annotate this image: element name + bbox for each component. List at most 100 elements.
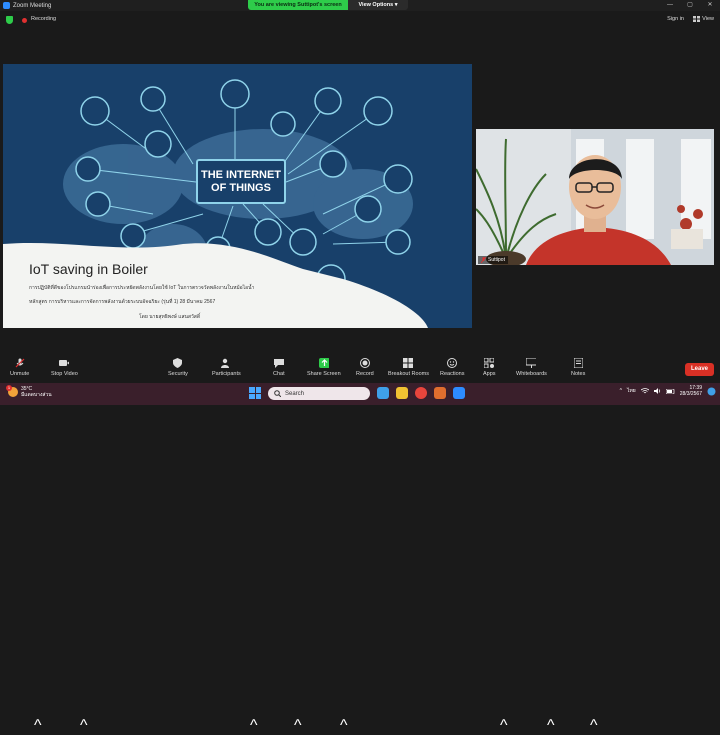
language-indicator[interactable]: ไทย	[627, 387, 636, 395]
mic-muted-icon	[481, 257, 486, 263]
whiteboards-options-caret[interactable]: ^	[547, 717, 555, 735]
maximize-button[interactable]: ▢	[680, 0, 700, 11]
record-label: Record	[356, 371, 374, 377]
view-button[interactable]: View	[693, 16, 714, 22]
record-icon	[359, 358, 370, 368]
reactions-icon	[447, 358, 458, 368]
shared-screen-slide: THE INTERNET OF THINGS IoT saving in Boi…	[3, 64, 472, 328]
participants-label: Participants	[212, 371, 241, 377]
tray-chevron-icon[interactable]: ^	[620, 388, 622, 394]
participant-video-tile[interactable]: Suttipot	[476, 129, 714, 265]
apps-options-caret[interactable]: ^	[500, 717, 508, 735]
stop-video-button[interactable]: Stop Video	[51, 358, 78, 377]
breakout-rooms-icon	[403, 358, 414, 368]
close-button[interactable]: ✕	[700, 0, 720, 11]
apps-label: Apps	[483, 371, 496, 377]
battery-icon[interactable]	[665, 388, 675, 394]
notes-button[interactable]: Notes	[571, 358, 585, 377]
notes-label: Notes	[571, 371, 586, 377]
share-banner: You are viewing Suttipot's screen View O…	[248, 0, 408, 10]
participant-video-feed	[476, 129, 714, 265]
breakout-rooms-button[interactable]: Breakout Rooms	[388, 358, 429, 377]
participants-icon: 10	[221, 358, 231, 368]
view-options-label: View Options	[358, 2, 394, 8]
taskbar-clock[interactable]: 17:39 28/3/2567	[680, 385, 702, 397]
chat-button[interactable]: Chat	[273, 358, 285, 377]
edge-app-icon[interactable]	[377, 387, 389, 399]
start-button[interactable]	[249, 387, 261, 399]
security-shield-icon	[173, 358, 183, 368]
share-screen-label: Share Screen	[307, 371, 341, 377]
notifications-icon[interactable]	[707, 387, 716, 396]
app-title-group: Zoom Meeting	[0, 2, 51, 9]
slide-title: IoT saving in Boiler	[29, 261, 148, 277]
taskbar-search[interactable]: Search	[268, 387, 370, 400]
participants-options-caret[interactable]: ^	[250, 717, 258, 735]
stop-video-label: Stop Video	[51, 371, 78, 377]
whiteboards-button[interactable]: Whiteboards	[516, 358, 547, 377]
apps-icon	[484, 358, 495, 368]
encryption-shield-icon[interactable]	[6, 16, 13, 24]
participant-name-tag: Suttipot	[478, 256, 508, 264]
volume-icon[interactable]	[653, 388, 661, 394]
wifi-icon[interactable]	[640, 388, 649, 394]
weather-widget[interactable]: 1 35°C มีแดดบางส่วน	[6, 385, 52, 398]
participants-button[interactable]: 10 Participants	[212, 358, 241, 377]
mic-muted-icon	[15, 358, 25, 368]
weather-text: 35°C มีแดดบางส่วน	[21, 386, 52, 398]
reactions-button[interactable]: Reactions	[440, 358, 464, 377]
zoom-logo-icon	[3, 2, 10, 9]
powerpoint-app-icon[interactable]	[434, 387, 446, 399]
hero-line-1: THE INTERNET	[200, 169, 282, 181]
whiteboard-icon	[526, 358, 537, 368]
share-screen-button[interactable]: Share Screen	[307, 358, 341, 377]
weather-description: มีแดดบางส่วน	[21, 392, 52, 398]
notes-icon	[573, 358, 583, 368]
window-controls: — ▢ ✕	[660, 0, 720, 11]
minimize-button[interactable]: —	[660, 0, 680, 11]
video-icon	[59, 358, 70, 368]
slide-author: โดย นายสุทธิพงษ์ แสนสวัสดิ์	[139, 314, 201, 320]
system-tray: ^ ไทย 17:39 28/3/2567	[620, 385, 716, 397]
unmute-button[interactable]: Unmute	[10, 358, 29, 377]
security-button[interactable]: Security	[168, 358, 188, 377]
notification-badge: 1	[6, 385, 12, 391]
file-explorer-icon[interactable]	[396, 387, 408, 399]
leave-button[interactable]: Leave	[685, 363, 714, 376]
meeting-toolbar: Unmute ^ Stop Video ^ Security 10 Partic…	[0, 354, 720, 734]
notes-options-caret[interactable]: ^	[590, 717, 598, 735]
security-label: Security	[168, 371, 188, 377]
participant-name: Suttipot	[488, 257, 505, 263]
apps-button[interactable]: Apps	[483, 358, 496, 377]
zoom-app-icon[interactable]	[453, 387, 465, 399]
slide-subtitle-2: หลักสูตร การบริหารและการจัดการพลังงานด้ว…	[29, 299, 216, 305]
iot-hero-badge: THE INTERNET OF THINGS	[196, 159, 286, 204]
slide-subtitle-1: การปฏิบัติที่ดีของโปรแกรมนำร่องเพื่อการป…	[29, 285, 255, 291]
chat-options-caret[interactable]: ^	[294, 717, 302, 735]
clock-date: 28/3/2567	[679, 391, 702, 397]
grid-view-icon	[693, 16, 701, 22]
share-options-caret[interactable]: ^	[340, 717, 348, 735]
view-options-button[interactable]: View Options ▾	[348, 0, 408, 10]
app-title: Zoom Meeting	[13, 2, 52, 9]
breakout-rooms-label: Breakout Rooms	[388, 371, 429, 377]
search-icon	[274, 390, 281, 397]
share-screen-icon	[318, 358, 329, 368]
unmute-label: Unmute	[10, 371, 30, 377]
recording-label[interactable]: Recording	[31, 16, 56, 22]
video-options-caret[interactable]: ^	[80, 717, 88, 735]
chat-label: Chat	[273, 371, 285, 377]
unmute-options-caret[interactable]: ^	[34, 717, 42, 735]
recording-dot-icon	[22, 18, 27, 23]
search-placeholder: Search	[285, 390, 305, 397]
viewing-screen-label: You are viewing Suttipot's screen	[248, 0, 348, 10]
hero-line-2: OF THINGS	[211, 182, 271, 194]
chat-icon	[273, 358, 284, 368]
chrome-app-icon[interactable]	[415, 387, 427, 399]
view-label: View	[702, 16, 714, 22]
sign-in-link[interactable]: Sign in	[667, 16, 684, 22]
reactions-label: Reactions	[440, 371, 465, 377]
whiteboards-label: Whiteboards	[516, 371, 547, 377]
sun-icon: 1	[6, 385, 18, 397]
record-button[interactable]: Record	[356, 358, 374, 377]
